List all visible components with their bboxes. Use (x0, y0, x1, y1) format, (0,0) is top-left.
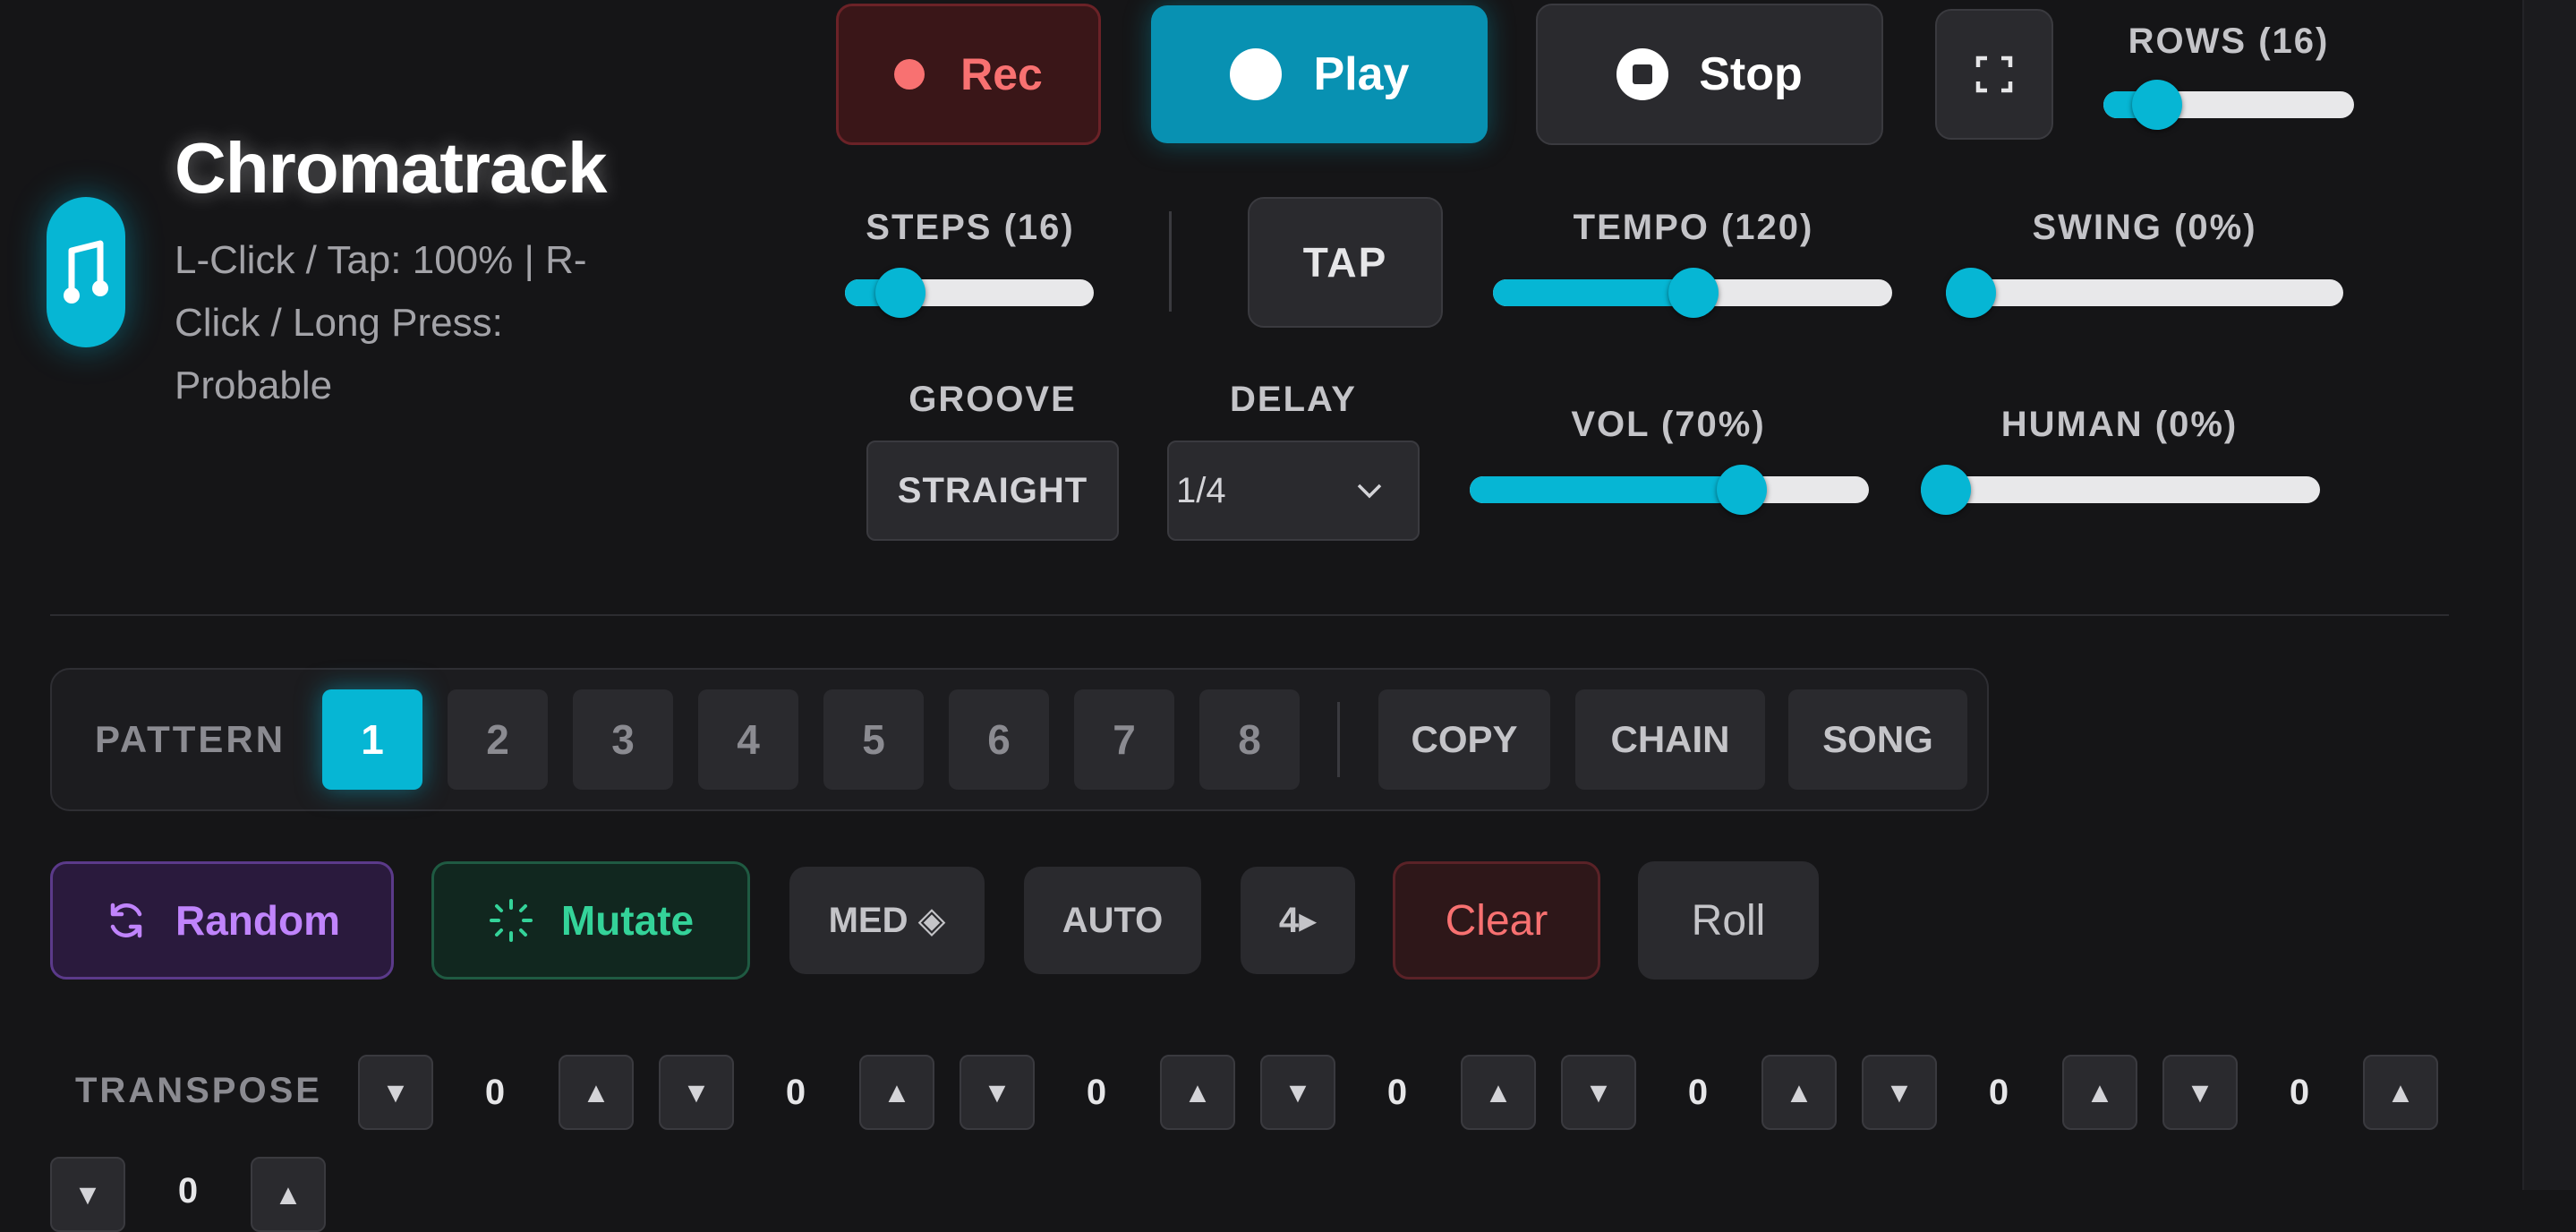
swing-slider-thumb[interactable] (1946, 268, 1996, 318)
app-title: Chromatrack (175, 128, 608, 208)
transpose-1-up-button[interactable]: ▲ (559, 1055, 634, 1130)
four-step-button[interactable]: 4▸ (1241, 867, 1355, 974)
section-divider (50, 614, 2449, 616)
swing-slider[interactable] (1946, 268, 2343, 318)
pattern-4-button[interactable]: 4 (698, 689, 798, 790)
transpose-4-down-button[interactable]: ▼ (1260, 1055, 1335, 1130)
play-icon (1229, 48, 1282, 100)
divider (1169, 211, 1172, 312)
transpose-5-value: 0 (1687, 1073, 1709, 1112)
transpose-8-value: 0 (177, 1171, 199, 1211)
auto-button[interactable]: AUTO (1024, 867, 1201, 974)
human-slider[interactable] (1921, 465, 2320, 515)
human-label: HUMAN (0%) (2000, 405, 2239, 444)
delay-label: DELAY (1230, 380, 1357, 419)
app-subtitle: L-Click / Tap: 100% | R-Click / Long Pre… (175, 238, 587, 407)
transpose-6-down-button[interactable]: ▼ (1862, 1055, 1937, 1130)
transpose-2-value: 0 (785, 1073, 806, 1112)
chain-button[interactable]: CHAIN (1575, 689, 1765, 790)
tap-tempo-button[interactable]: TAP (1248, 197, 1443, 328)
transpose-4-value: 0 (1386, 1073, 1408, 1112)
density-button[interactable]: MED ◈ (789, 867, 985, 974)
copy-button[interactable]: COPY (1378, 689, 1550, 790)
groove-button[interactable]: STRAIGHT (866, 441, 1119, 541)
rows-slider[interactable] (2103, 80, 2354, 130)
clear-button[interactable]: Clear (1393, 861, 1600, 980)
transpose-3-up-button[interactable]: ▲ (1160, 1055, 1235, 1130)
vol-slider-thumb[interactable] (1717, 465, 1767, 515)
pattern-8-button[interactable]: 8 (1199, 689, 1300, 790)
random-button[interactable]: Random (50, 861, 394, 980)
fullscreen-icon (1975, 56, 2013, 93)
mutate-label: Mutate (560, 897, 695, 944)
transpose-7-up-button[interactable]: ▲ (2363, 1055, 2438, 1130)
loader-icon (489, 899, 533, 942)
record-button[interactable]: Rec (836, 4, 1101, 145)
roll-button[interactable]: Roll (1638, 861, 1819, 980)
pattern-7-button[interactable]: 7 (1074, 689, 1174, 790)
delay-select[interactable]: 1/4 (1167, 441, 1420, 541)
record-label: Rec (960, 49, 1043, 99)
music-note-icon (47, 197, 125, 347)
steps-slider[interactable] (845, 268, 1094, 318)
tempo-label: TEMPO (120) (1573, 208, 1814, 247)
record-icon (894, 59, 925, 90)
mutate-button[interactable]: Mutate (431, 861, 750, 980)
vol-slider[interactable] (1470, 465, 1869, 515)
stop-label: Stop (1699, 48, 1803, 100)
transpose-2-down-button[interactable]: ▼ (659, 1055, 734, 1130)
song-button[interactable]: SONG (1788, 689, 1967, 790)
vol-label: VOL (70%) (1571, 405, 1766, 444)
pattern-5-button[interactable]: 5 (823, 689, 924, 790)
tempo-slider-thumb[interactable] (1668, 268, 1719, 318)
transpose-2-up-button[interactable]: ▲ (859, 1055, 934, 1130)
transpose-1-down-button[interactable]: ▼ (358, 1055, 433, 1130)
transpose-8-down-button[interactable]: ▼ (50, 1157, 125, 1232)
transpose-7-down-button[interactable]: ▼ (2162, 1055, 2238, 1130)
stop-icon (1616, 48, 1669, 100)
rows-label: ROWS (16) (2128, 21, 2330, 61)
transpose-5-up-button[interactable]: ▲ (1761, 1055, 1837, 1130)
groove-label: GROOVE (908, 380, 1077, 419)
transpose-7-value: 0 (2289, 1073, 2310, 1112)
transpose-4-up-button[interactable]: ▲ (1461, 1055, 1536, 1130)
pattern-2-button[interactable]: 2 (448, 689, 548, 790)
random-label: Random (175, 897, 340, 944)
transpose-label: TRANSPOSE (75, 1071, 322, 1110)
transpose-6-up-button[interactable]: ▲ (2062, 1055, 2137, 1130)
transpose-1-value: 0 (484, 1073, 506, 1112)
transpose-5-down-button[interactable]: ▼ (1561, 1055, 1636, 1130)
transpose-3-value: 0 (1086, 1073, 1107, 1112)
pattern-1-button[interactable]: 1 (322, 689, 422, 790)
stop-button[interactable]: Stop (1536, 4, 1883, 145)
pattern-label: PATTERN (95, 718, 286, 760)
play-label: Play (1313, 48, 1410, 100)
transpose-3-down-button[interactable]: ▼ (960, 1055, 1035, 1130)
tempo-slider[interactable] (1493, 268, 1892, 318)
pattern-divider (1337, 702, 1340, 777)
transpose-6-value: 0 (1988, 1073, 2009, 1112)
steps-slider-thumb[interactable] (875, 268, 925, 318)
delay-value: 1/4 (1176, 470, 1226, 510)
chevron-down-icon (1357, 483, 1382, 499)
swing-label: SWING (0%) (2032, 208, 2257, 247)
scrollbar-track[interactable] (2522, 0, 2576, 1190)
pattern-6-button[interactable]: 6 (949, 689, 1049, 790)
human-slider-thumb[interactable] (1921, 465, 1971, 515)
pattern-3-button[interactable]: 3 (573, 689, 673, 790)
transpose-8-up-button[interactable]: ▲ (251, 1157, 326, 1232)
fullscreen-button[interactable] (1935, 9, 2053, 140)
refresh-icon (110, 903, 142, 938)
steps-label: STEPS (16) (866, 208, 1075, 247)
play-button[interactable]: Play (1151, 5, 1488, 143)
rows-slider-thumb[interactable] (2132, 80, 2182, 130)
